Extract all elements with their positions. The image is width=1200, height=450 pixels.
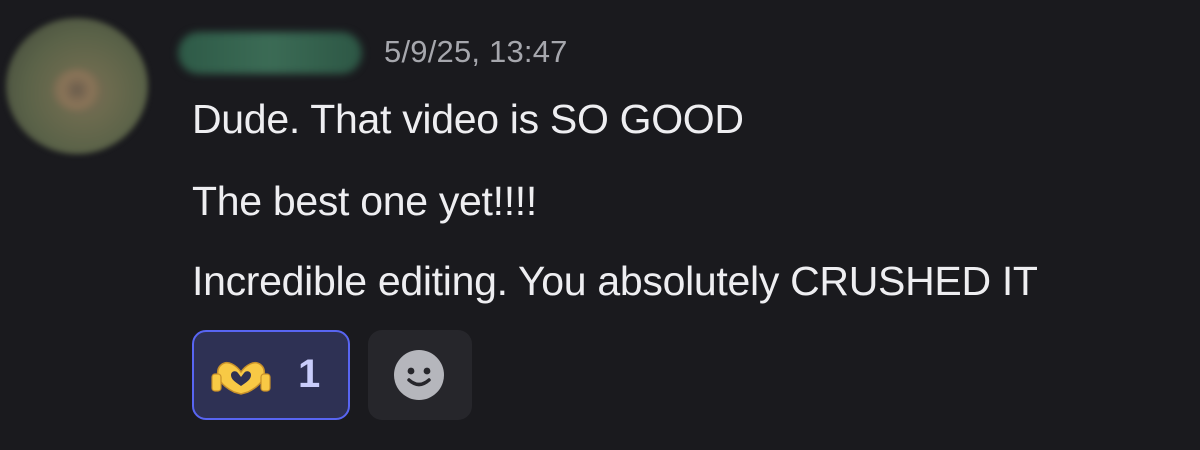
heart-hands-icon	[211, 362, 271, 395]
message-line: Incredible editing. You absolutely CRUSH…	[192, 258, 1038, 304]
message-line: Dude. That video is SO GOOD	[192, 96, 744, 142]
message-timestamp[interactable]: 5/9/25, 13:47	[384, 34, 568, 70]
reaction-count: 1	[298, 352, 321, 396]
avatar-image	[52, 68, 102, 112]
username-redacted[interactable]	[178, 32, 362, 74]
chat-message: 5/9/25, 13:47 Dude. That video is SO GOO…	[0, 0, 1200, 450]
message-line: The best one yet!!!!	[192, 178, 537, 224]
reaction-heart-hands[interactable]: 1	[192, 330, 350, 420]
avatar[interactable]	[6, 18, 148, 154]
smile-face-icon	[394, 350, 444, 400]
add-reaction-button[interactable]	[368, 330, 472, 420]
